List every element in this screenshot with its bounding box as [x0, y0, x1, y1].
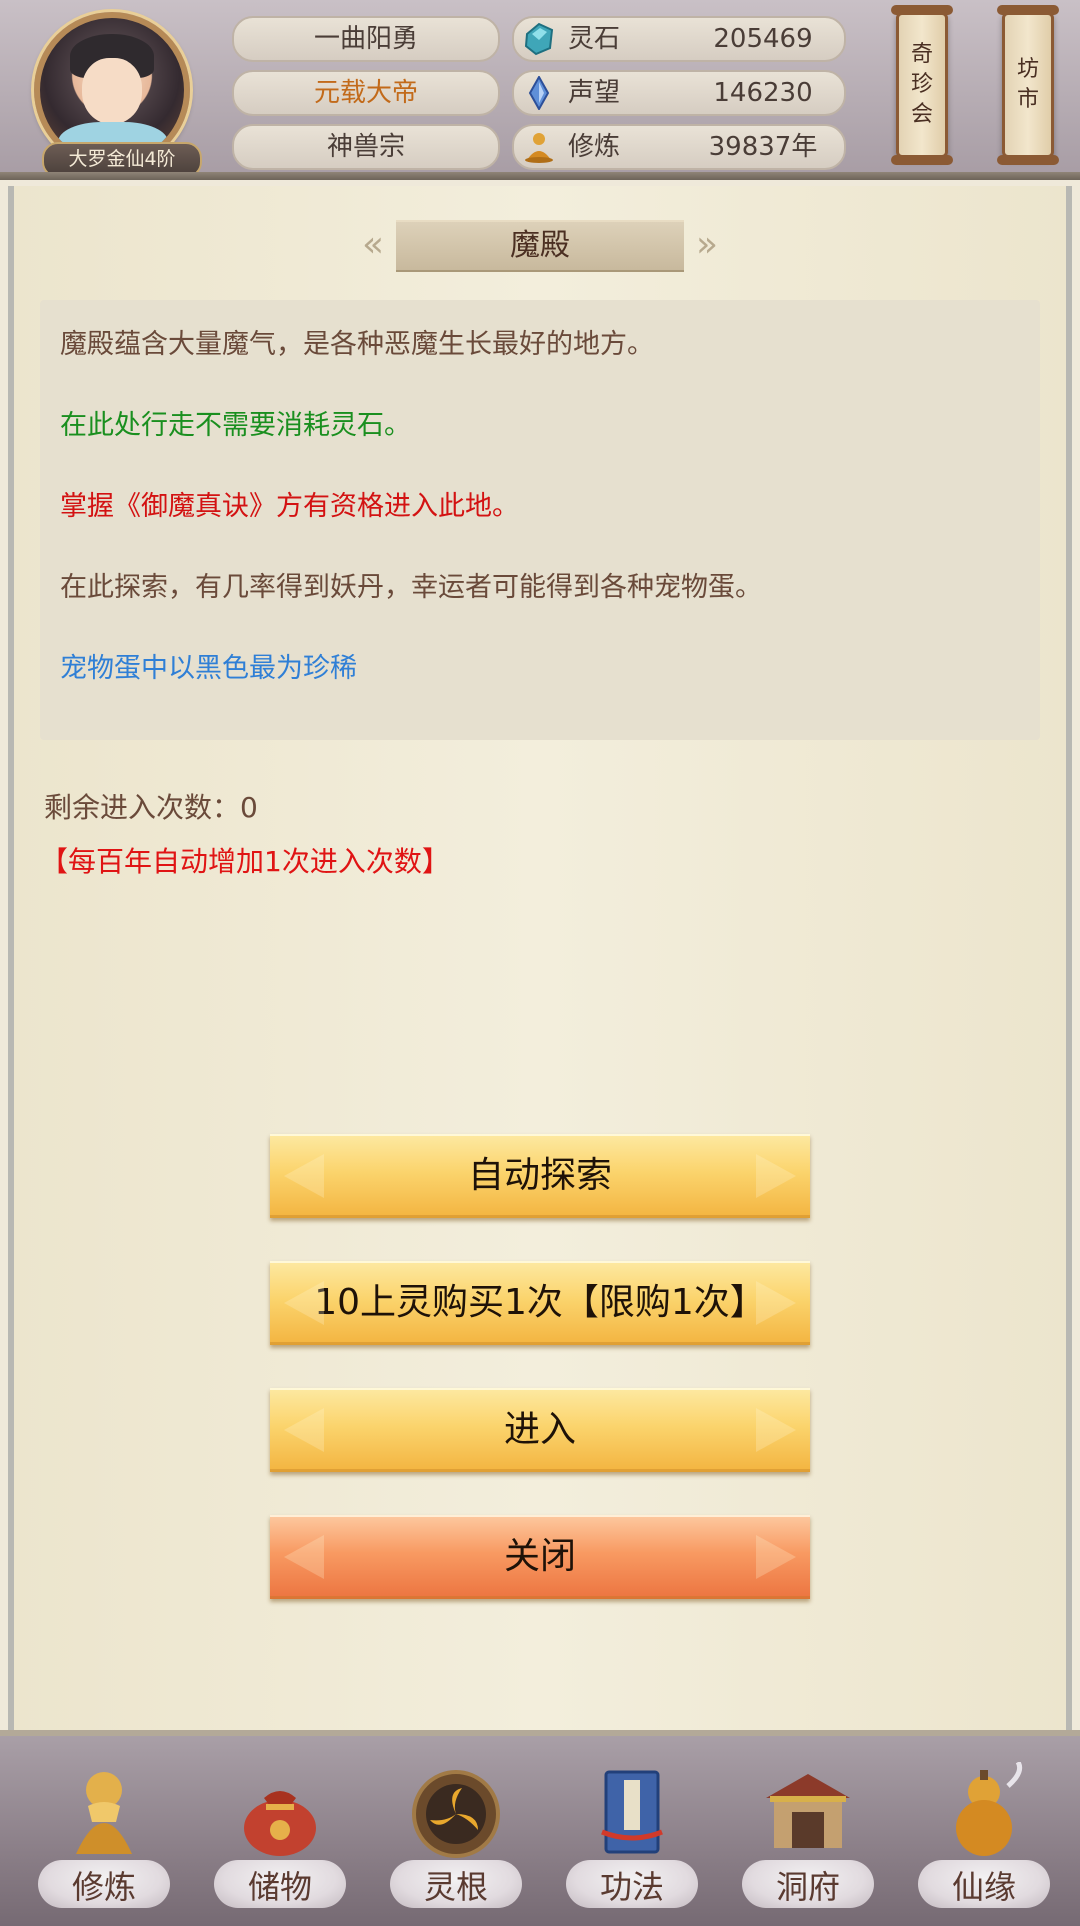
nav-label: 功法: [599, 1868, 664, 1906]
player-avatar[interactable]: 大罗金仙4阶: [28, 6, 202, 178]
spirit-stone-icon: [524, 22, 554, 56]
player-title: 元载大帝: [232, 70, 500, 116]
bottom-nav-bar: 修炼 储物 灵根 功法 洞府 仙缘: [0, 1730, 1080, 1926]
description-line: 在此处行走不需要消耗灵石。: [60, 410, 411, 441]
resource-label: 灵石: [568, 24, 621, 54]
chevron-right-icon: »: [695, 224, 718, 265]
description-box: 魔殿蕴含大量魔气，是各种恶魔生长最好的地方。 在此处行走不需要消耗灵石。 掌握《…: [40, 300, 1040, 740]
nav-label: 洞府: [775, 1868, 840, 1906]
resource-value: 39837年: [708, 132, 818, 162]
resource-spirit-stone: 灵石 205469: [512, 16, 846, 62]
spirit-root-orb-icon: [412, 1770, 500, 1858]
panel-title-banner: « 魔殿 »: [362, 220, 718, 272]
auto-explore-button[interactable]: 自动探索: [270, 1134, 810, 1218]
scroll-char: 珍: [910, 72, 933, 97]
chevron-left-icon: «: [362, 224, 385, 265]
description-line: 在此探索，有几率得到妖丹，幸运者可能得到各种宠物蛋。: [60, 572, 762, 603]
description-line: 魔殿蕴含大量魔气，是各种恶魔生长最好的地方。: [60, 329, 654, 360]
nav-label: 灵根: [423, 1868, 488, 1906]
meditation-icon: [525, 133, 553, 163]
storage-bag-icon: [244, 1791, 316, 1856]
rank-badge: 大罗金仙4阶: [42, 142, 202, 178]
nav-item-technique[interactable]: 功法: [552, 1736, 712, 1926]
treasure-auction-button[interactable]: 奇 珍 会: [891, 5, 953, 165]
scroll-char: 会: [910, 102, 933, 127]
top-status-bar: 大罗金仙4阶 一曲阳勇 元载大帝 神兽宗 灵石 205469 声望 146230…: [0, 0, 1080, 180]
nav-item-cave[interactable]: 洞府: [728, 1736, 888, 1926]
resource-label: 声望: [568, 78, 621, 108]
enter-button[interactable]: 进入: [270, 1388, 810, 1472]
close-button[interactable]: 关闭: [270, 1515, 810, 1599]
description-line: 宠物蛋中以黑色最为珍稀: [60, 653, 357, 684]
resource-reputation: 声望 146230: [512, 70, 846, 116]
resource-label: 修炼: [568, 132, 621, 162]
scroll-char: 奇: [910, 42, 933, 67]
resource-cultivation: 修炼 39837年: [512, 124, 846, 170]
meditating-figure-icon: [76, 1772, 132, 1854]
scroll-char: 坊: [1016, 57, 1039, 82]
nav-label: 仙缘: [951, 1868, 1016, 1906]
panel-title: 魔殿: [510, 228, 570, 263]
nav-label: 修炼: [71, 1868, 136, 1906]
auto-increase-note: 【每百年自动增加1次进入次数】: [40, 845, 450, 878]
nav-item-fortune[interactable]: 仙缘: [904, 1736, 1064, 1926]
nav-item-storage[interactable]: 储物: [200, 1736, 360, 1926]
nav-item-cultivate[interactable]: 修炼: [24, 1736, 184, 1926]
nav-label: 储物: [247, 1868, 312, 1906]
nav-item-spirit-root[interactable]: 灵根: [376, 1736, 536, 1926]
gourd-icon: [956, 1762, 1023, 1856]
technique-book-icon: [601, 1770, 663, 1854]
resource-value: 205469: [713, 24, 813, 54]
remaining-entries: 剩余进入次数：0: [44, 791, 258, 824]
buy-entry-button[interactable]: 10上灵购买1次【限购1次】: [270, 1261, 810, 1345]
player-name: 一曲阳勇: [232, 16, 500, 62]
resource-value: 146230: [713, 78, 813, 108]
player-sect: 神兽宗: [232, 124, 500, 170]
market-button[interactable]: 坊 市: [997, 5, 1059, 165]
scroll-char: 市: [1016, 87, 1039, 112]
cave-mansion-icon: [766, 1774, 850, 1848]
reputation-crystal-icon: [528, 76, 550, 110]
description-line: 掌握《御魔真诀》方有资格进入此地。: [60, 491, 519, 522]
